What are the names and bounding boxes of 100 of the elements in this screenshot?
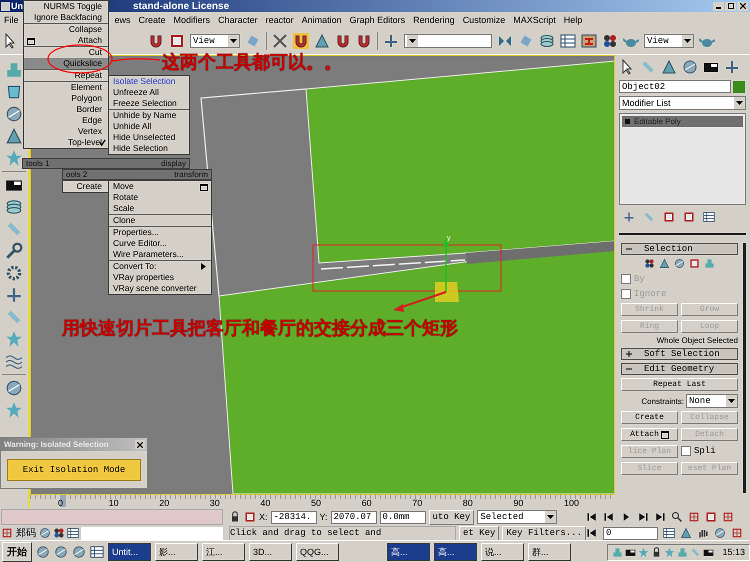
magnet-icon[interactable] bbox=[293, 33, 309, 49]
menu-item[interactable]: Animation bbox=[302, 15, 342, 25]
input-field[interactable] bbox=[81, 526, 223, 540]
options-box-icon[interactable] bbox=[27, 38, 35, 45]
menu-item[interactable]: Rendering bbox=[413, 15, 455, 25]
time-slider-thumb[interactable] bbox=[60, 495, 66, 507]
corridor-strip[interactable] bbox=[466, 241, 614, 264]
sphere-icon[interactable] bbox=[5, 105, 23, 123]
menu-item[interactable]: Modifiers bbox=[174, 15, 210, 25]
menu-item[interactable]: Curve Editor... bbox=[109, 238, 211, 249]
menu-item[interactable]: Collapse bbox=[24, 24, 108, 35]
menu-item[interactable]: Wire Parameters... bbox=[109, 249, 211, 261]
panel-button[interactable]: Attach bbox=[621, 428, 678, 441]
menu-item[interactable]: Rotate bbox=[109, 192, 211, 203]
script-listener-field[interactable] bbox=[1, 509, 223, 525]
view-dropdown[interactable]: View bbox=[190, 34, 240, 48]
start-button[interactable]: 开始 bbox=[2, 542, 32, 562]
y-coordinate-field[interactable]: 2070.07 bbox=[330, 510, 377, 524]
menu-item[interactable]: Attach bbox=[24, 35, 108, 47]
menu-item[interactable]: Cut bbox=[24, 47, 108, 58]
menu-item[interactable]: Create bbox=[138, 15, 166, 25]
object-color-swatch[interactable] bbox=[733, 80, 745, 92]
menu-item[interactable]: Freeze Selection bbox=[109, 98, 189, 110]
menu-item[interactable]: Quickslice bbox=[24, 58, 108, 70]
key-mode-dropdown[interactable]: Selected bbox=[477, 510, 558, 524]
menu-item[interactable]: VRay scene converter bbox=[109, 283, 211, 294]
menu-item[interactable]: Move bbox=[109, 181, 211, 192]
taskbar-button[interactable]: QQG... bbox=[296, 543, 339, 561]
key-filters-button[interactable]: Key Filters... bbox=[502, 526, 586, 540]
magnet-icon[interactable] bbox=[356, 33, 372, 49]
menu-item[interactable]: Clone bbox=[109, 215, 211, 227]
menu-item[interactable]: Scale bbox=[109, 203, 211, 215]
frame-field[interactable]: 0 bbox=[603, 526, 658, 540]
object-name-field[interactable]: Object02 bbox=[619, 80, 731, 93]
magnet-icon[interactable] bbox=[148, 33, 164, 49]
zoom-extents-icon[interactable] bbox=[705, 511, 717, 523]
tray-icon[interactable] bbox=[651, 546, 662, 558]
menu-item[interactable]: Character bbox=[218, 15, 258, 25]
gear-icon[interactable] bbox=[5, 264, 23, 282]
wrench-icon[interactable] bbox=[5, 242, 23, 260]
repeat-last-button[interactable]: Repeat Last bbox=[621, 378, 738, 391]
taskbar-button[interactable]: 群... bbox=[528, 543, 571, 561]
menu-item[interactable]: Customize bbox=[462, 15, 506, 25]
layers-icon[interactable] bbox=[539, 33, 555, 49]
menu-item[interactable]: Convert To: bbox=[109, 261, 211, 272]
taskbar-button[interactable]: 影... bbox=[155, 543, 198, 561]
input-method-label[interactable]: 郑码 bbox=[15, 526, 37, 540]
auto-key-button[interactable]: uto Key bbox=[428, 510, 474, 524]
minimize-button[interactable] bbox=[713, 2, 724, 10]
menu-item[interactable]: Create bbox=[63, 181, 108, 192]
menu-item[interactable]: Hide Selection bbox=[109, 143, 189, 154]
taskbar-button[interactable]: 3D... bbox=[249, 543, 292, 561]
menu-item[interactable]: Ignore Backfacing bbox=[24, 12, 108, 24]
square-icon[interactable] bbox=[169, 33, 185, 49]
go-to-end-icon[interactable] bbox=[654, 511, 666, 523]
menu-item[interactable]: Unhide by Name bbox=[109, 110, 189, 121]
constraints-dropdown[interactable]: None bbox=[686, 394, 738, 408]
rollout-header[interactable]: Selection bbox=[621, 243, 738, 255]
zoom-icon[interactable] bbox=[671, 511, 683, 523]
close-button[interactable] bbox=[135, 440, 145, 449]
view-dropdown[interactable]: View bbox=[644, 34, 694, 48]
previous-frame-icon[interactable] bbox=[603, 511, 615, 523]
scrollbar[interactable] bbox=[743, 243, 746, 493]
menu-item[interactable]: ews bbox=[114, 15, 131, 25]
z-coordinate-field[interactable]: 0.0mm bbox=[380, 510, 426, 524]
taskbar-button[interactable]: Untit... bbox=[108, 543, 151, 561]
menu-item[interactable]: Unfreeze All bbox=[109, 87, 189, 98]
set-key-button[interactable]: et Key bbox=[458, 526, 500, 540]
menu-item[interactable]: Isolate Selection bbox=[109, 76, 189, 87]
panel-button[interactable]: Create bbox=[621, 411, 678, 424]
menu-item[interactable]: Hide Unselected bbox=[109, 132, 189, 143]
taskbar-button[interactable]: 说... bbox=[481, 543, 524, 561]
rollout-header[interactable]: Edit Geometry bbox=[621, 363, 738, 375]
next-frame-icon[interactable] bbox=[637, 511, 649, 523]
modifier-list-dropdown[interactable]: Modifier List bbox=[619, 96, 746, 110]
menu-item[interactable]: Graph Editors bbox=[350, 15, 406, 25]
maximize-button[interactable] bbox=[725, 2, 736, 10]
move-gizmo-drawing[interactable] bbox=[393, 238, 459, 312]
checkbox[interactable]: Spli bbox=[681, 445, 738, 457]
exit-isolation-button[interactable]: Exit Isolation Mode bbox=[7, 459, 141, 481]
menu-item[interactable]: Repeat bbox=[24, 70, 108, 82]
options-box-icon[interactable] bbox=[200, 184, 208, 191]
magnet-icon[interactable] bbox=[335, 33, 351, 49]
taskbar-button[interactable]: 江... bbox=[202, 543, 245, 561]
coil-icon[interactable] bbox=[5, 198, 23, 216]
menu-item[interactable]: MAXScript bbox=[513, 15, 556, 25]
menu-item[interactable]: Help bbox=[564, 15, 582, 25]
selection-set-dropdown[interactable] bbox=[404, 34, 492, 48]
menu-item[interactable]: VRay properties bbox=[109, 272, 211, 283]
lock-icon[interactable] bbox=[229, 511, 241, 523]
menu-item[interactable]: NURMS Toggle bbox=[24, 1, 108, 12]
menu-item[interactable]: Properties... bbox=[109, 227, 211, 238]
menu-item[interactable]: Unhide All bbox=[109, 121, 189, 132]
menu-item[interactable]: File bbox=[4, 15, 19, 25]
mirror-icon[interactable] bbox=[497, 33, 513, 49]
x-coordinate-field[interactable]: -28314. bbox=[270, 510, 317, 524]
taskbar-button[interactable]: 高... bbox=[387, 543, 430, 561]
go-to-start-icon[interactable] bbox=[586, 511, 598, 523]
taskbar-button[interactable]: 高... bbox=[434, 543, 477, 561]
close-button[interactable] bbox=[737, 2, 748, 10]
